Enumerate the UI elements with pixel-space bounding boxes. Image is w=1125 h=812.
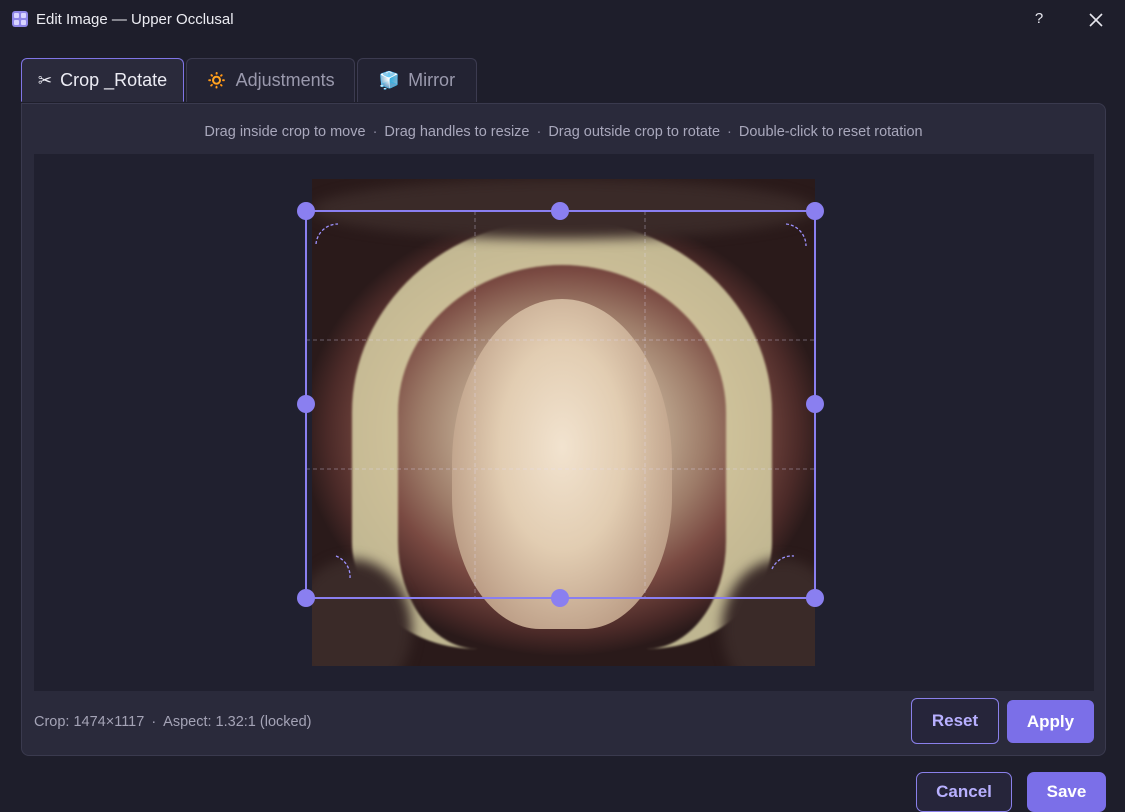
crop-size: Crop: 1474×1117: [34, 714, 145, 730]
brightness-icon: 🔅: [206, 71, 228, 90]
hint-reset-rotation: Double-click to reset rotation: [738, 124, 923, 140]
mirror-icon: 🧊: [378, 71, 401, 90]
tab-mirror[interactable]: 🧊 Mirror: [357, 58, 477, 102]
reset-button[interactable]: Reset: [911, 698, 999, 744]
save-button[interactable]: Save: [1027, 772, 1106, 812]
tab-label: Crop _Rotate: [60, 69, 168, 90]
hint-resize: Drag handles to resize: [384, 124, 530, 140]
hint-move: Drag inside crop to move: [204, 124, 366, 140]
dental-photo: [312, 179, 815, 666]
tab-label: Mirror: [408, 70, 456, 90]
window-title: Edit Image — Upper Occlusal: [36, 11, 234, 28]
scissors-icon: ✂: [37, 70, 53, 90]
tab-crop-rotate[interactable]: ✂ Crop _Rotate: [21, 58, 184, 102]
crop-rotate-panel: Drag inside crop to move · Drag handles to…: [21, 103, 1106, 756]
tab-adjustments[interactable]: 🔅 Adjustments: [186, 58, 355, 102]
image-canvas[interactable]: [34, 154, 1094, 691]
title-bar: Edit Image — Upper Occlusal ?: [0, 0, 1125, 40]
close-button[interactable]: [1084, 8, 1108, 32]
aspect-ratio: Aspect: 1.32:1 (locked): [163, 714, 312, 730]
tab-label: Adjustments: [235, 70, 335, 90]
cancel-button[interactable]: Cancel: [916, 772, 1012, 812]
instruction-hint: Drag inside crop to move · Drag handles to…: [204, 124, 923, 140]
crop-status: Crop: 1474×1117 · Aspect: 1.32:1 (locked): [34, 714, 312, 730]
close-icon: [1089, 13, 1103, 27]
hint-rotate: Drag outside crop to rotate: [548, 124, 721, 140]
apply-button[interactable]: Apply: [1007, 700, 1094, 743]
help-button[interactable]: ?: [1028, 8, 1050, 30]
grid-app-icon: [12, 11, 28, 27]
